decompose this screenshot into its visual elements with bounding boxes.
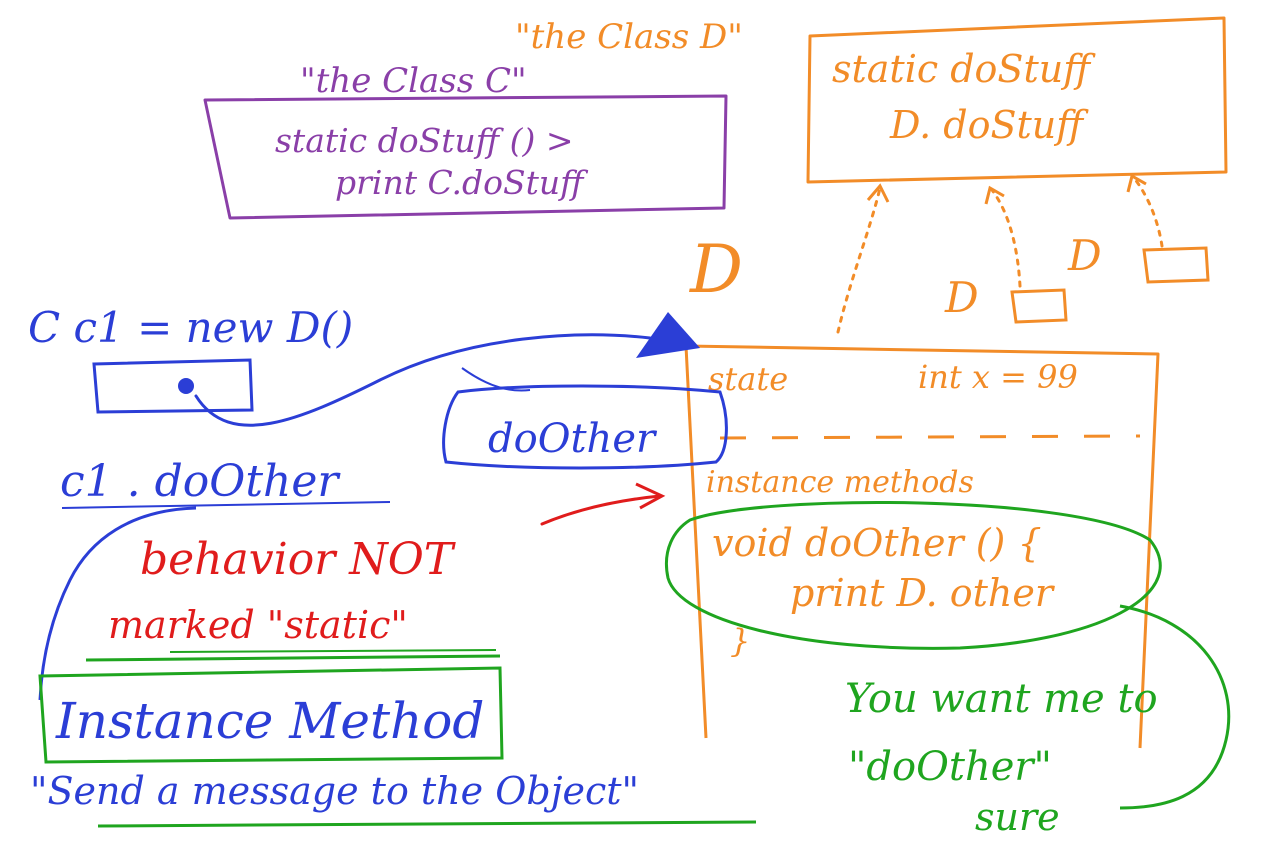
reference-dot (178, 378, 194, 394)
send-message-underline (97, 820, 757, 828)
dotted-arrow-head-d1 (984, 185, 1005, 205)
reference-arrowhead (636, 312, 700, 358)
d-instances-group: D D D (689, 173, 1210, 334)
dotted-arrow-d1 (990, 188, 1022, 288)
class-c-print-line: print C.doStuff (335, 163, 589, 202)
instance-method-label: Instance Method (55, 692, 484, 750)
class-d-print-line: D. doStuff (889, 103, 1089, 147)
behavior-note-line2: marked "static" (108, 603, 408, 647)
response-line2: "doOther" (848, 744, 1052, 790)
class-d-static-method: static doStuff (832, 47, 1096, 91)
class-c-title: "the Class C" (300, 61, 527, 101)
instance-method-group: Instance Method "Send a message to the O… (30, 649, 757, 828)
object-method-signature: void doOther () { (712, 521, 1042, 565)
object-method-body: print D. other (790, 571, 1056, 615)
class-d-box (806, 16, 1228, 184)
dotted-arrow-object (836, 186, 882, 334)
send-message-note: "Send a message to the Object" (30, 769, 639, 813)
small-d-box-2 (1142, 246, 1210, 284)
object-divider (719, 434, 1141, 440)
response-line1: You want me to (845, 676, 1158, 722)
object-state-value: int x = 99 (918, 358, 1078, 396)
instance-method-underline-2 (169, 649, 497, 653)
instance-method-underline-1 (85, 654, 501, 662)
dotted-arrow-d2 (1132, 176, 1164, 248)
object-methods-label: instance methods (706, 465, 974, 500)
behavior-arrow (540, 494, 662, 526)
declaration-code: C c1 = new D() (28, 303, 353, 352)
behavior-note-line1: behavior NOT (140, 534, 457, 585)
message-bubble-text: doOther (488, 416, 658, 462)
class-d-group: "the Class D" static doStuff D. doStuff (515, 16, 1228, 184)
drawing-surface: "the Class C" static doStuff () > print … (28, 16, 1231, 839)
small-d-box-1 (1010, 288, 1068, 324)
method-call-code: c1 . doOther (60, 456, 341, 507)
big-d-label: D (689, 231, 743, 308)
small-d-label-1: D (944, 273, 979, 322)
response-line3: sure (975, 795, 1060, 839)
class-c-group: "the Class C" static doStuff () > print … (203, 61, 728, 220)
class-d-title: "the Class D" (515, 17, 743, 57)
small-d-label-2: D (1067, 231, 1102, 280)
c1-variable-box (92, 358, 254, 414)
class-c-static-method: static doStuff () > (275, 121, 574, 160)
whiteboard-canvas: "the Class C" static doStuff () > print … (0, 0, 1264, 847)
